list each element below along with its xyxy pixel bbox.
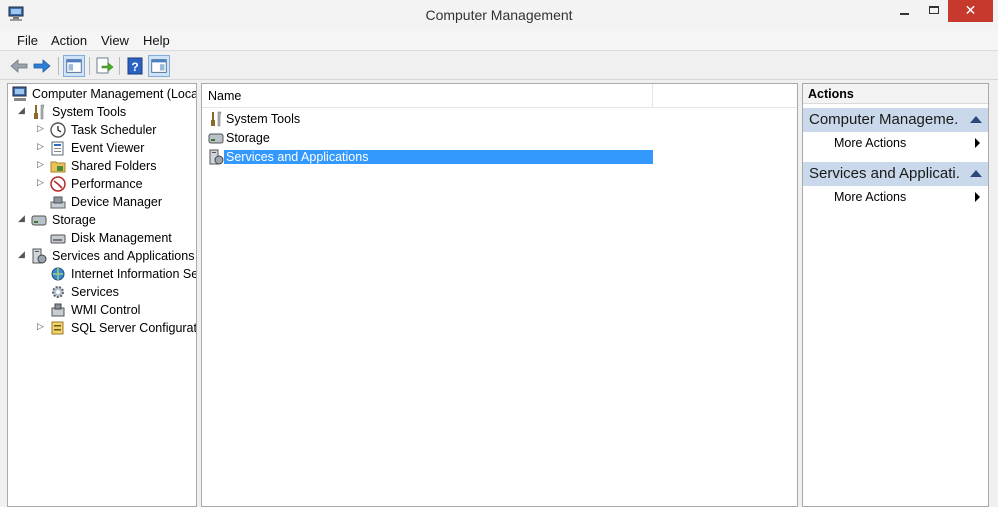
tree-item-label: Services and Applications xyxy=(52,249,195,263)
show-hide-console-tree-icon[interactable] xyxy=(63,55,85,77)
collapse-arrow-icon[interactable]: ◢ xyxy=(18,105,28,116)
column-header-name[interactable]: Name xyxy=(208,89,241,103)
list-header: Name xyxy=(202,84,797,108)
computer-management-window: Computer Management ✕ File Action View H… xyxy=(0,0,998,507)
computer-management-icon xyxy=(12,86,27,101)
expand-arrow-icon[interactable]: ▷ xyxy=(37,123,47,134)
title-bar: Computer Management ✕ xyxy=(0,0,998,30)
minimize-icon xyxy=(900,13,909,15)
tree-item-label: Performance xyxy=(71,177,143,191)
services-applications-icon xyxy=(209,149,224,165)
storage-icon xyxy=(208,133,224,144)
close-icon: ✕ xyxy=(964,2,977,18)
close-button[interactable]: ✕ xyxy=(948,0,993,22)
iis-icon xyxy=(51,267,65,281)
services-gear-icon xyxy=(52,286,64,298)
collapse-triangle-icon[interactable] xyxy=(970,170,982,177)
help-icon[interactable]: ? xyxy=(124,55,146,77)
tree-item-label: System Tools xyxy=(52,105,127,119)
tree-item-label: WMI Control xyxy=(71,303,141,317)
menu-action[interactable]: Action xyxy=(51,33,87,48)
system-tools-icon xyxy=(34,104,45,120)
tree-item-label: Disk Management xyxy=(71,231,172,245)
expand-arrow-icon[interactable]: ▷ xyxy=(37,321,47,332)
event-viewer-icon xyxy=(51,141,64,156)
expand-arrow-icon[interactable]: ▷ xyxy=(37,177,47,188)
more-actions-item[interactable]: More Actions xyxy=(803,188,988,206)
expand-arrow-icon[interactable]: ▷ xyxy=(37,159,47,170)
disk-management-icon xyxy=(50,234,66,244)
submenu-arrow-icon xyxy=(975,138,980,148)
wmi-control-icon xyxy=(51,303,65,317)
maximize-button[interactable] xyxy=(917,0,951,22)
tree-item-label: Event Viewer xyxy=(71,141,145,155)
action-group-services-and-applications[interactable]: Services and Applicati... xyxy=(803,162,988,186)
tree-item-label: Computer Management (Local xyxy=(32,87,197,101)
actions-pane: Actions Computer Manageme... More Action… xyxy=(802,83,989,507)
tree-item-label: Task Scheduler xyxy=(71,123,157,137)
forward-arrow-icon[interactable] xyxy=(31,55,53,77)
results-list-pane[interactable]: Name System Tools Storage Services and A… xyxy=(201,83,798,507)
list-item-label: Storage xyxy=(226,131,270,145)
shared-folders-icon xyxy=(50,161,66,173)
menu-help[interactable]: Help xyxy=(143,33,170,48)
show-hide-action-pane-icon[interactable] xyxy=(148,55,170,77)
performance-icon xyxy=(50,176,66,192)
list-item-label: Services and Applications xyxy=(224,150,653,164)
device-manager-icon xyxy=(50,196,66,209)
window-title: Computer Management xyxy=(425,7,573,23)
collapse-arrow-icon[interactable]: ◢ xyxy=(18,213,28,224)
submenu-arrow-icon xyxy=(975,192,980,202)
toolbar-separator xyxy=(58,57,59,75)
more-actions-item[interactable]: More Actions xyxy=(803,134,988,152)
collapse-triangle-icon[interactable] xyxy=(970,116,982,123)
sql-server-icon xyxy=(51,321,64,335)
list-item-system-tools[interactable]: System Tools xyxy=(206,110,653,128)
maximize-icon xyxy=(929,6,939,14)
storage-icon xyxy=(31,215,47,226)
action-group-label: Computer Manageme... xyxy=(809,111,959,128)
list-item-services-and-applications[interactable]: Services and Applications xyxy=(206,148,653,166)
action-item-label: More Actions xyxy=(834,190,907,204)
list-item-storage[interactable]: Storage xyxy=(206,129,653,147)
tree-item-label: Services xyxy=(71,285,119,299)
action-group-label: Services and Applicati... xyxy=(809,165,959,182)
expand-arrow-icon[interactable]: ▷ xyxy=(37,141,47,152)
console-tree-pane[interactable]: Computer Management (Local ◢ System Tool… xyxy=(7,83,197,507)
services-applications-icon xyxy=(32,248,47,264)
toolbar-separator xyxy=(89,57,90,75)
tree-item-label: Device Manager xyxy=(71,195,163,209)
toolbar: ? xyxy=(0,52,998,80)
menu-bar: File Action View Help xyxy=(0,30,998,51)
menu-view[interactable]: View xyxy=(101,33,129,48)
tree-item-label: SQL Server Configuratic xyxy=(71,321,197,335)
system-tools-icon xyxy=(211,111,222,127)
list-item-label: System Tools xyxy=(226,112,301,126)
tree-item-label: Shared Folders xyxy=(71,159,157,173)
svg-text:?: ? xyxy=(131,60,138,74)
column-divider[interactable] xyxy=(652,84,653,108)
action-item-label: More Actions xyxy=(834,136,907,150)
clock-icon xyxy=(50,122,66,138)
export-list-icon[interactable] xyxy=(93,55,115,77)
actions-title: Actions xyxy=(808,87,854,101)
tree-item-label: Storage xyxy=(52,213,96,227)
tree-item-label: Internet Information Ser xyxy=(71,267,197,281)
back-arrow-icon[interactable] xyxy=(8,55,30,77)
collapse-arrow-icon[interactable]: ◢ xyxy=(18,249,28,260)
actions-header: Actions xyxy=(803,84,988,104)
menu-file[interactable]: File xyxy=(17,33,38,48)
toolbar-separator xyxy=(119,57,120,75)
action-group-computer-management[interactable]: Computer Manageme... xyxy=(803,108,988,132)
